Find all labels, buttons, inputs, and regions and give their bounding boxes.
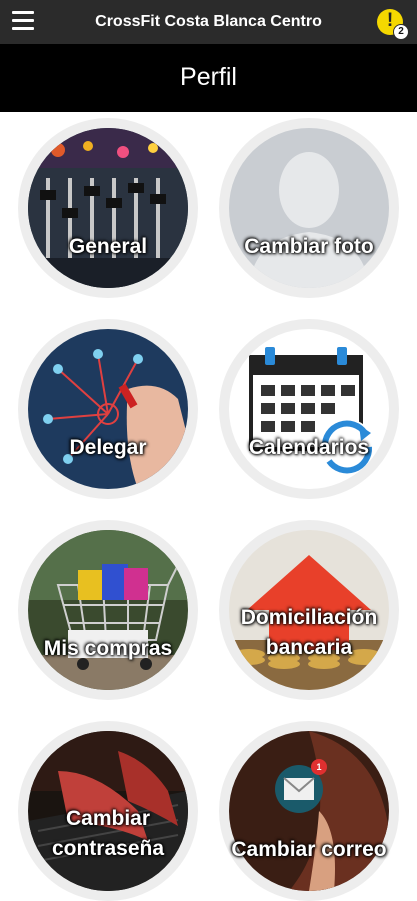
app-title: CrossFit Costa Blanca Centro	[95, 13, 322, 30]
tile-domiciliacion-bancaria[interactable]: Domiciliación bancaria	[219, 520, 399, 700]
tile-cambiar-correo[interactable]: 1 Cambiar correo	[219, 721, 399, 901]
avatar-silhouette-icon	[229, 128, 389, 288]
email-unread-badge: 1	[316, 762, 322, 772]
tile-delegar[interactable]: Delegar	[18, 319, 198, 499]
notification-count-badge: 2	[393, 24, 409, 40]
page-title: Perfil	[180, 63, 237, 91]
tile-label-line2: bancaria	[265, 636, 353, 659]
tile-label-line2: contraseña	[51, 837, 165, 860]
tile-label: Cambiar contraseña	[14, 804, 202, 864]
network-hand-photo	[28, 329, 188, 489]
page-header: Perfil	[0, 44, 417, 112]
tile-label-line1: Cambiar	[65, 807, 151, 830]
top-app-bar: CrossFit Costa Blanca Centro ! 2	[0, 0, 417, 44]
mixing-console-photo	[28, 128, 188, 288]
email-envelope-photo: 1	[229, 731, 389, 891]
tile-label-line1: Domiciliación	[240, 606, 378, 629]
tile-label: Domiciliación bancaria	[215, 603, 403, 663]
hamburger-menu-icon[interactable]	[12, 11, 34, 31]
tile-mis-compras[interactable]: Mis compras	[18, 520, 198, 700]
tile-cambiar-foto[interactable]: Cambiar foto	[219, 118, 399, 298]
tile-label: Mis compras	[43, 637, 173, 660]
tile-label: Delegar	[69, 436, 147, 459]
tile-label: General	[68, 235, 148, 258]
tile-calendarios[interactable]: Calendarios	[219, 319, 399, 499]
tile-label: Calendarios	[248, 436, 370, 459]
tile-label: Cambiar foto	[244, 235, 374, 258]
calendar-sync-icon	[229, 329, 389, 489]
shopping-cart-photo	[28, 530, 188, 690]
tile-label: Cambiar correo	[231, 838, 387, 861]
alert-icon[interactable]: ! 2	[377, 9, 409, 40]
tile-general[interactable]: General	[18, 118, 198, 298]
tile-cambiar-contrasena[interactable]: Cambiar contraseña	[18, 721, 198, 901]
